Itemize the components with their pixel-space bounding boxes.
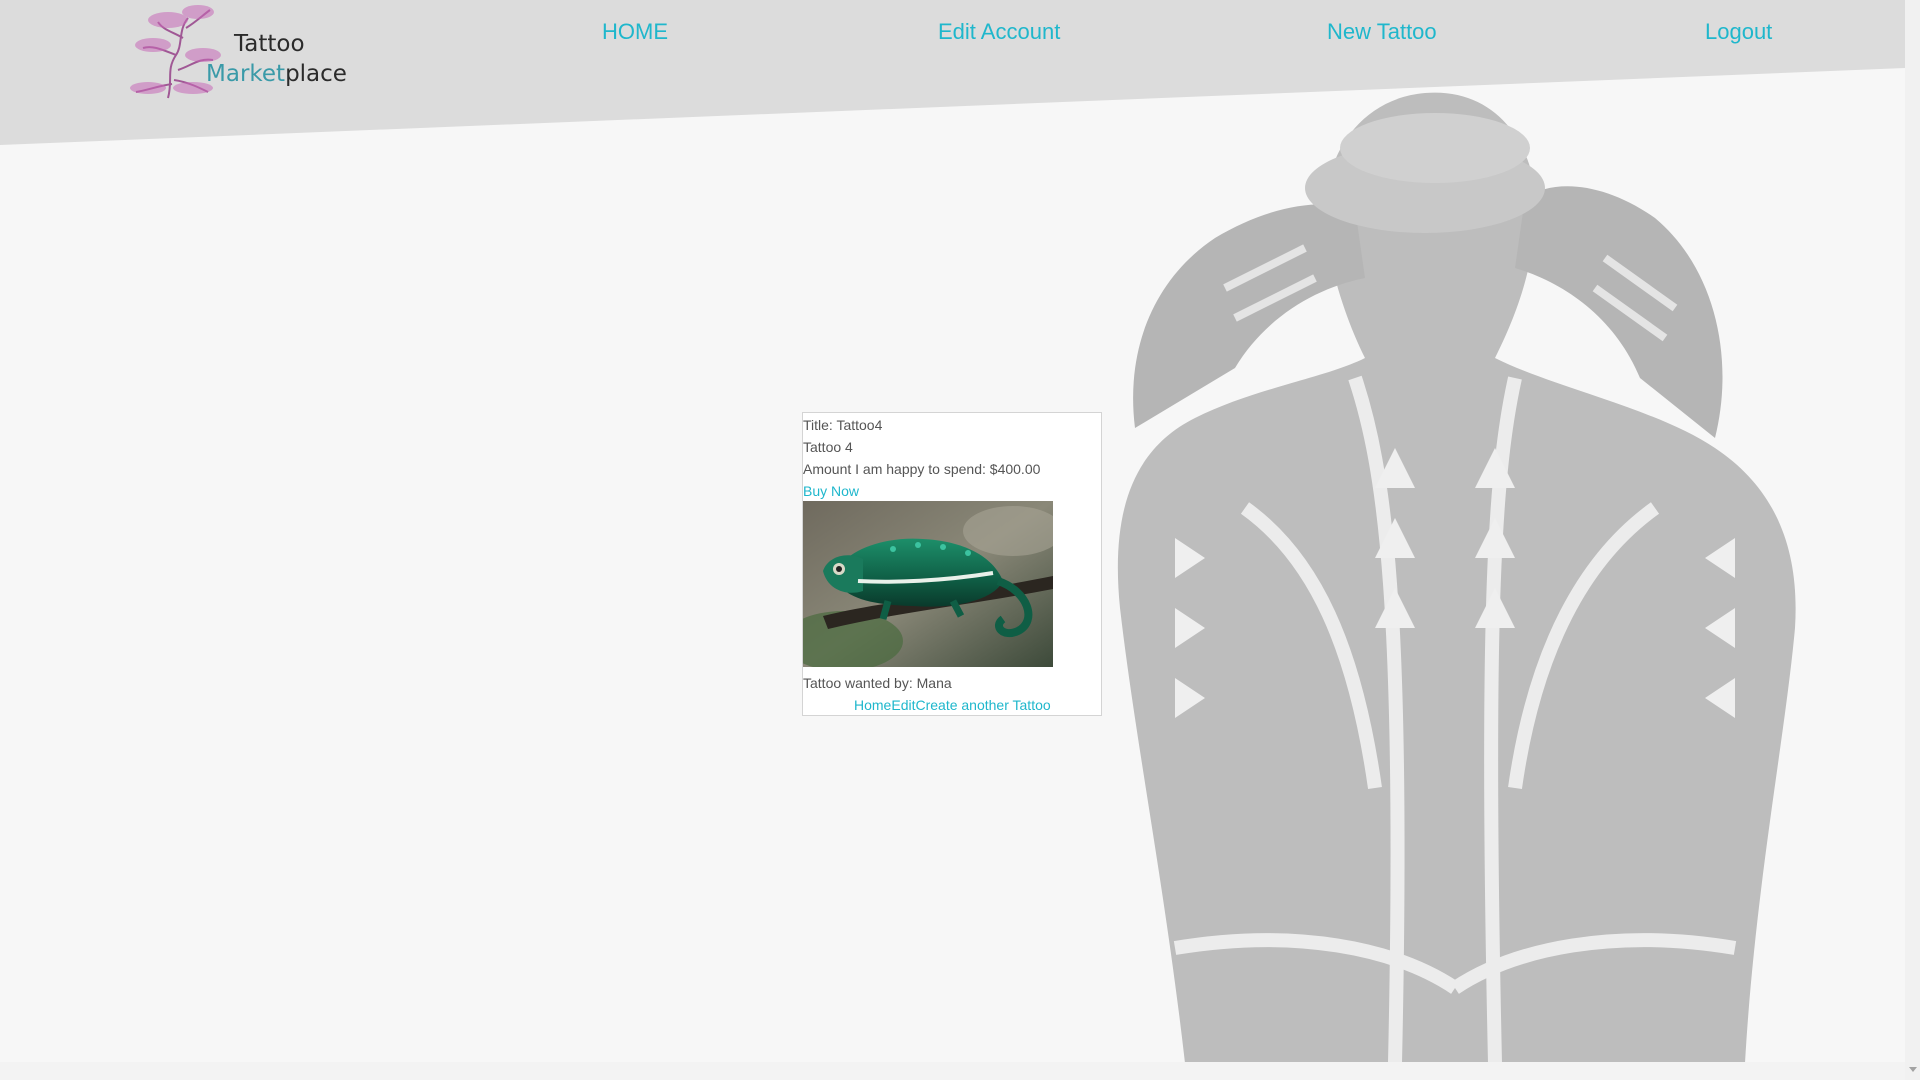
nav-logout-link[interactable]: Logout	[1705, 19, 1772, 45]
nav-new-tattoo-link[interactable]: New Tattoo	[1327, 19, 1437, 45]
card-home-link[interactable]: Home	[854, 697, 891, 713]
page: Tattoo Marketplace HOME Edit Account New…	[0, 0, 1920, 1080]
logo-text-place: place	[285, 61, 347, 87]
tattoo-title: Title: Tattoo4	[803, 417, 883, 433]
card-create-another-link[interactable]: Create another Tattoo	[915, 697, 1050, 713]
tattoo-card: Title: Tattoo4 Tattoo 4 Amount I am happ…	[802, 412, 1102, 716]
tattoo-description: Tattoo 4	[803, 439, 853, 455]
bottom-strip	[0, 1062, 1905, 1080]
tattoo-wanted-by: Tattoo wanted by: Mana	[803, 675, 952, 691]
background-tattoo-figure	[1117, 92, 1796, 1063]
nav-home-link[interactable]: HOME	[602, 19, 668, 45]
logo-text-marketplace: Marketplace	[206, 63, 347, 86]
card-edit-link[interactable]: Edit	[891, 697, 915, 713]
vertical-scrollbar[interactable]	[1905, 0, 1920, 1080]
nav-edit-account-link[interactable]: Edit Account	[938, 19, 1060, 45]
tattoo-image-chameleon[interactable]	[803, 501, 1053, 667]
logo-text-tattoo: Tattoo	[234, 31, 305, 57]
tattoo-amount: Amount I am happy to spend: $400.00	[803, 461, 1041, 477]
buy-now-link[interactable]: Buy Now	[803, 482, 859, 500]
card-links: HomeEditCreate another Tattoo	[854, 696, 1051, 714]
scroll-down-arrow-icon[interactable]	[1909, 1067, 1917, 1072]
logo-text-market: Market	[206, 61, 286, 87]
